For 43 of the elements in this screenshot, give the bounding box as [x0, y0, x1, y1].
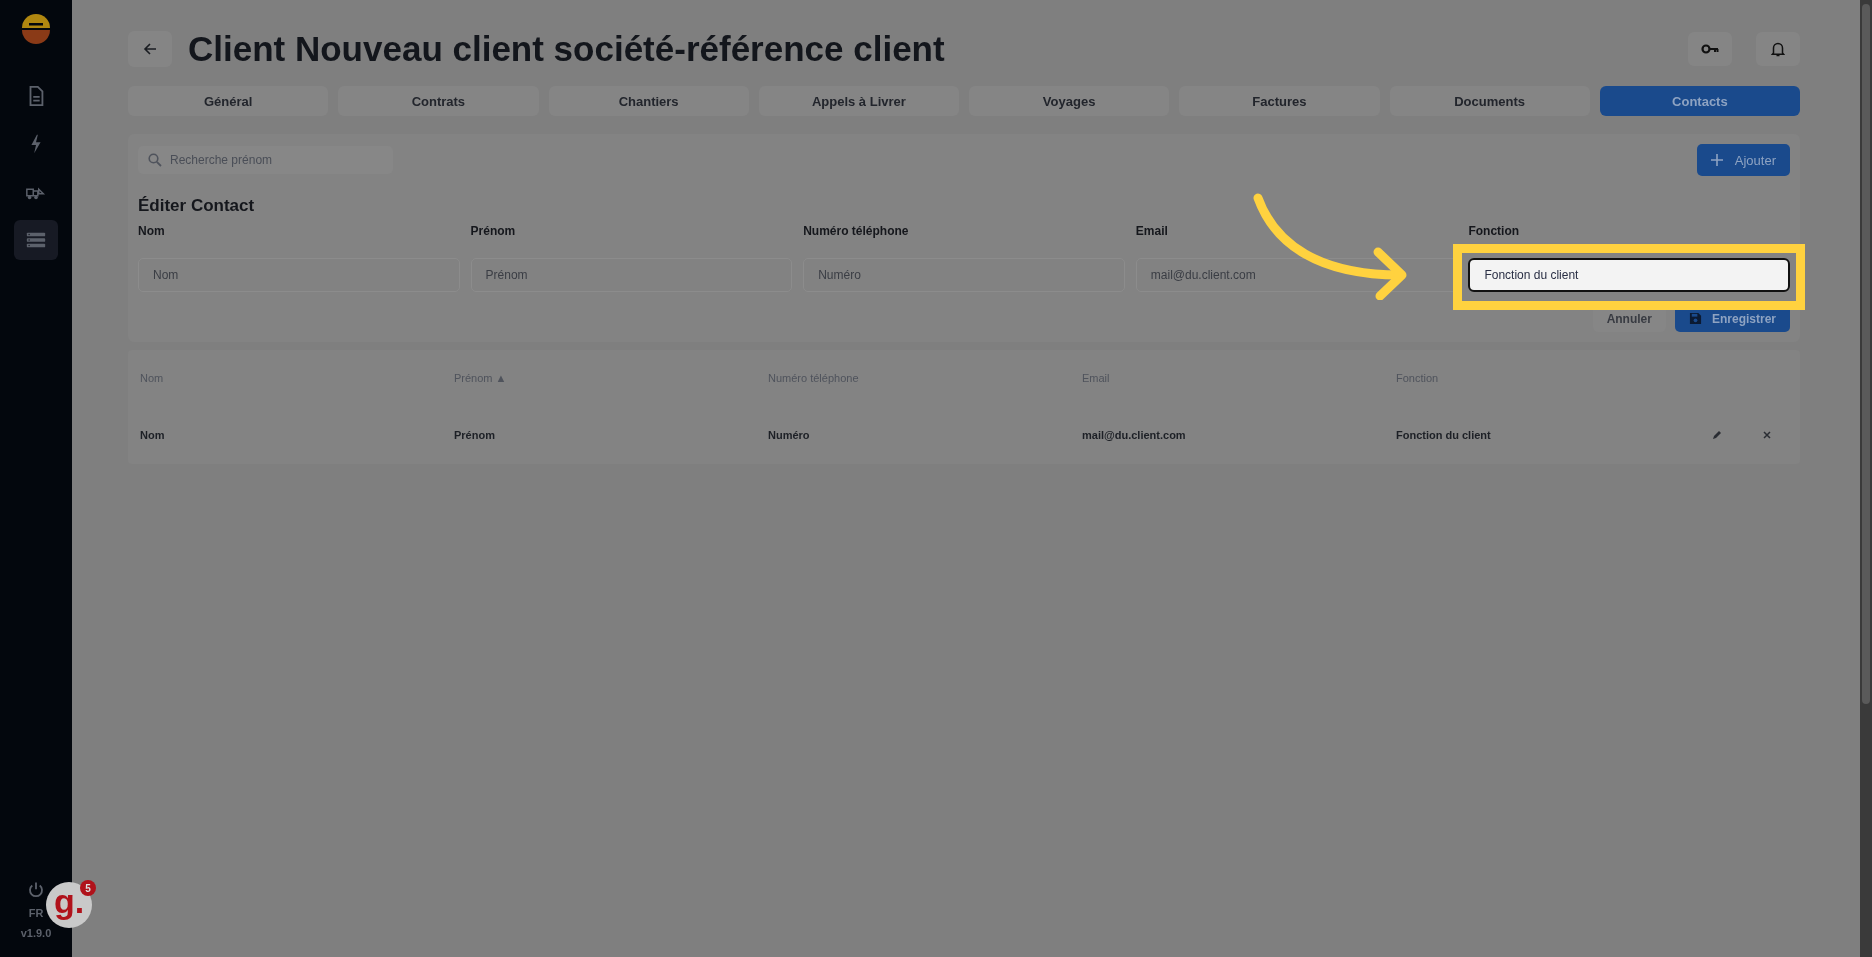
tab[interactable]: Factures [1179, 86, 1380, 116]
table-cell-text: Fonction du client [1396, 429, 1492, 441]
input-field[interactable]: Numéro [803, 258, 1125, 292]
table-cell-text: Prénom [454, 429, 496, 441]
version-label: v1.9.0 [20, 927, 52, 939]
close-icon [1763, 431, 1771, 439]
bell-icon [1771, 41, 1785, 57]
sidebar-item[interactable] [14, 220, 58, 260]
notification-badge: 5 [80, 880, 96, 896]
field-label: Email [1135, 224, 1168, 238]
tab[interactable]: Chantiers [548, 86, 749, 116]
plus-icon [1710, 154, 1723, 166]
edit-button[interactable] [1710, 428, 1724, 442]
page-title: Client Nouveau client société-référence client [188, 29, 946, 69]
key-icon [1701, 43, 1719, 55]
input-field[interactable]: Nom [138, 258, 460, 292]
power-icon[interactable] [27, 881, 45, 899]
pencil-icon [1712, 430, 1722, 440]
arrow-left-icon [142, 41, 158, 57]
tab[interactable]: Général [128, 86, 329, 116]
tab[interactable]: Voyages [969, 86, 1170, 116]
notifications-button[interactable] [1756, 32, 1800, 66]
table-cell-text: Nom [140, 429, 166, 441]
add-button[interactable]: Ajouter [1696, 144, 1790, 176]
table-cell-text: mail@du.client.com [1082, 429, 1187, 441]
field-label: Nom [138, 224, 165, 238]
scrollbar-thumb[interactable] [1862, 4, 1870, 704]
input-field[interactable]: Fonction du client [1468, 258, 1790, 292]
tab[interactable]: Contrats [338, 86, 539, 116]
input-field[interactable]: Prénom [470, 258, 793, 292]
table-cell-text: Numéro [768, 429, 811, 441]
form-title: Éditer Contact [138, 196, 256, 216]
logo-icon [21, 14, 51, 44]
field-label: Numéro téléphone [803, 224, 909, 238]
back-button[interactable] [128, 31, 172, 67]
language-label: FR [28, 907, 44, 919]
tab[interactable]: Appels à Livrer [758, 86, 959, 116]
key-button[interactable] [1688, 32, 1732, 66]
search-field[interactable]: Recherche prénom [138, 146, 393, 174]
tab[interactable]: Contacts [1599, 86, 1800, 116]
tab[interactable]: Documents [1389, 86, 1590, 116]
field-label: Prénom [470, 224, 516, 238]
field-label: Fonction [1468, 224, 1520, 238]
